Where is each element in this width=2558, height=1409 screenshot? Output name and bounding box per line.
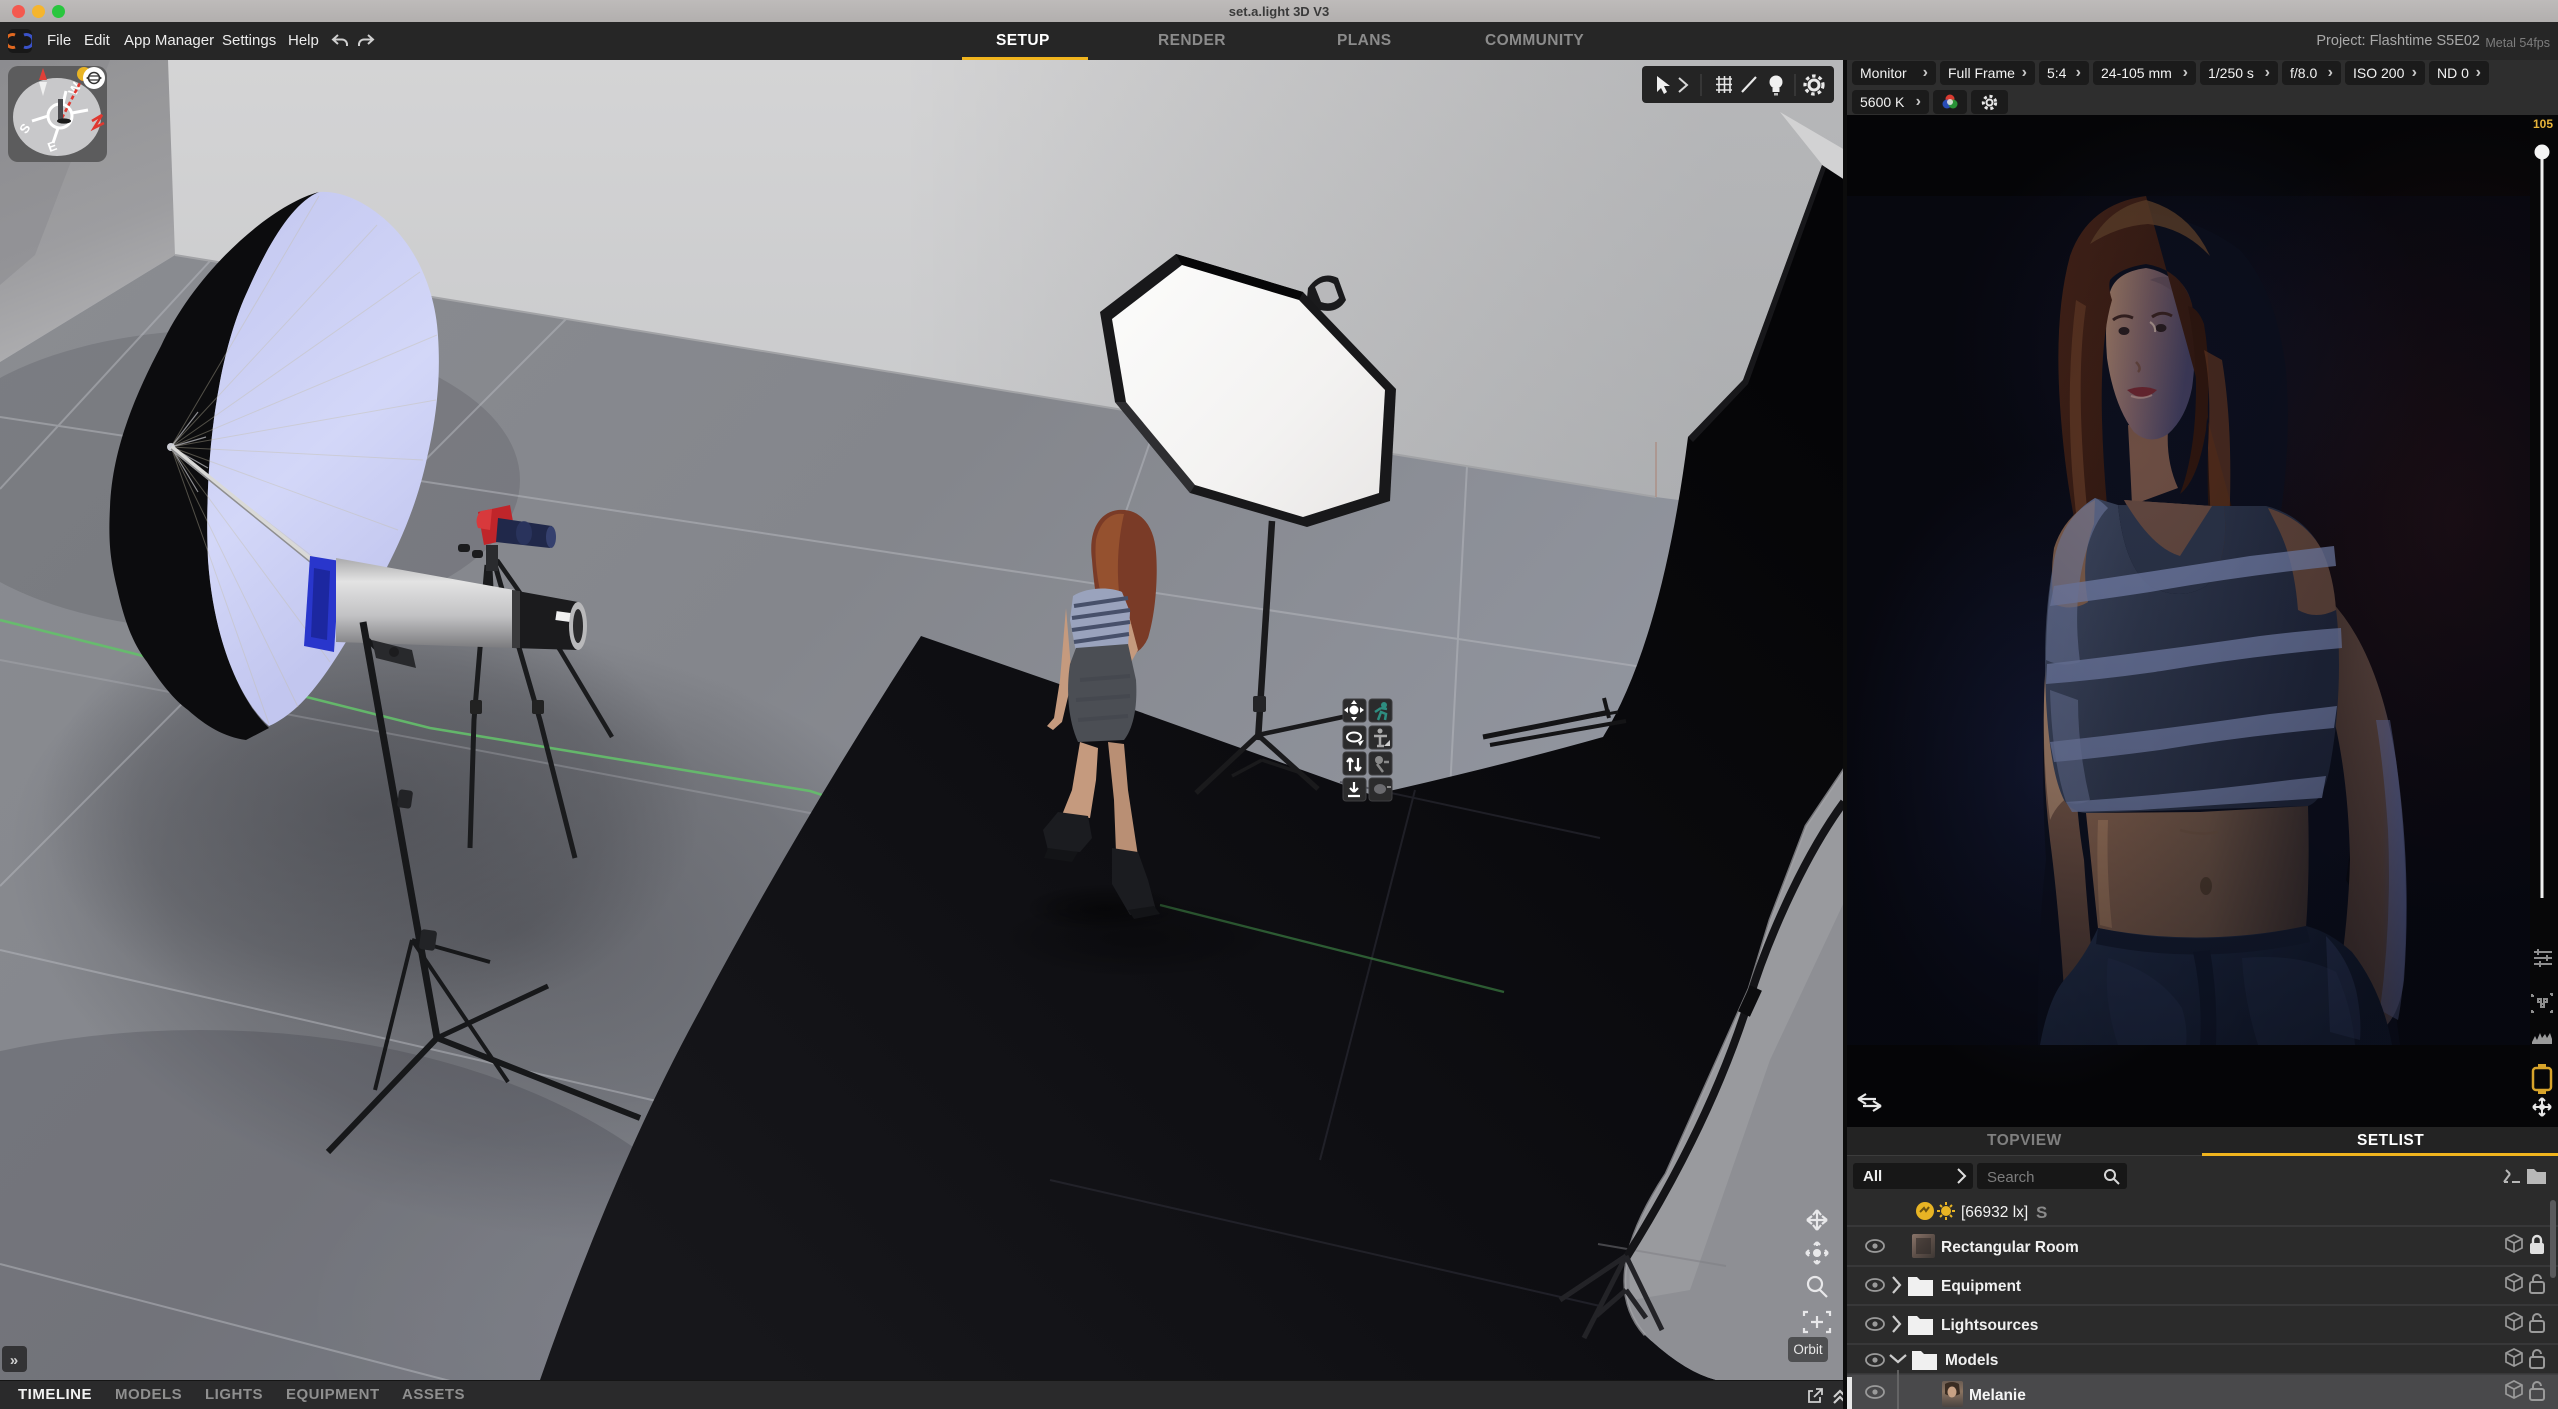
svg-text:All: All [1863, 1168, 1882, 1185]
svg-text:Rectangular Room: Rectangular Room [1941, 1239, 2079, 1256]
svg-text:»: » [10, 1352, 18, 1369]
svg-text:Lightsources: Lightsources [1941, 1317, 2038, 1334]
svg-text:105: 105 [2533, 117, 2553, 131]
svg-text:Orbit: Orbit [1793, 1342, 1823, 1357]
svg-text:Melanie: Melanie [1969, 1387, 2026, 1404]
svg-text:Models: Models [1945, 1352, 1998, 1369]
svg-text:[66932 lx]: [66932 lx] [1961, 1204, 2028, 1221]
svg-text:Search: Search [1987, 1169, 2035, 1186]
svg-text:S: S [2036, 1203, 2047, 1222]
svg-text:Equipment: Equipment [1941, 1278, 2021, 1295]
